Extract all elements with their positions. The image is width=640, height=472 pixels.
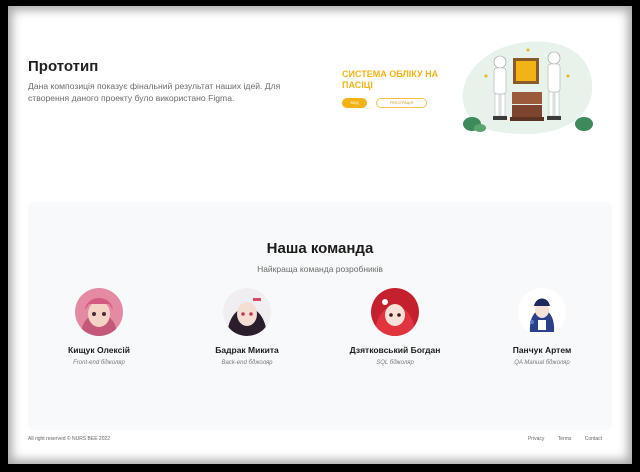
- member-role: Front-end бджоляр: [73, 360, 125, 366]
- mockup-register-button[interactable]: РЕЄСТРАЦІЯ: [376, 98, 427, 108]
- mockup-title: СИСТЕМА ОБЛІКУ НА ПАСІЦІ: [342, 69, 439, 90]
- footer-link-terms[interactable]: Terms: [558, 436, 572, 442]
- member-name: Бадрак Микита: [215, 345, 279, 355]
- member-name: Дзятковський Богдан: [349, 345, 441, 355]
- page-frame: Прототип Дана композиція показує фінальн…: [8, 6, 632, 464]
- team-subtitle: Найкраща команда розробників: [257, 264, 383, 274]
- member-name: Кищук Олексій: [68, 345, 130, 355]
- team-member-card: Дзятковський Богдан SQL бджоляр: [325, 288, 465, 366]
- avatar: [518, 288, 566, 336]
- team-member-card: Кищук Олексій Front-end бджоляр: [29, 288, 169, 366]
- member-role: QA Manual бджоляр: [514, 360, 570, 366]
- avatar: [223, 288, 271, 336]
- footer-links: Privacy Terms Contact: [516, 436, 602, 442]
- member-role: SQL бджоляр: [376, 360, 414, 366]
- member-role: Back-end бджоляр: [221, 360, 273, 366]
- prototype-title: Прототип: [28, 58, 99, 75]
- avatar: [371, 288, 419, 336]
- footer-copyright: All right reserved © NURS BEE 2022: [28, 436, 111, 442]
- footer-link-contact[interactable]: Contact: [585, 436, 602, 442]
- member-name: Панчук Артем: [512, 345, 572, 355]
- prototype-description: Дана композиція показує фінальний резуль…: [28, 81, 281, 103]
- team-title: Наша команда: [266, 240, 374, 257]
- team-member-card: Бадрак Микита Back-end бджоляр: [177, 288, 317, 366]
- mockup-login-button[interactable]: ВХІД: [342, 98, 367, 108]
- team-section: Наша команда Найкраща команда розробникі…: [28, 202, 612, 430]
- footer-link-privacy[interactable]: Privacy: [528, 436, 544, 442]
- team-member-card: Панчук Артем QA Manual бджоляр: [472, 288, 612, 366]
- avatar: [75, 288, 123, 336]
- beekeepers-illustration: [462, 41, 593, 135]
